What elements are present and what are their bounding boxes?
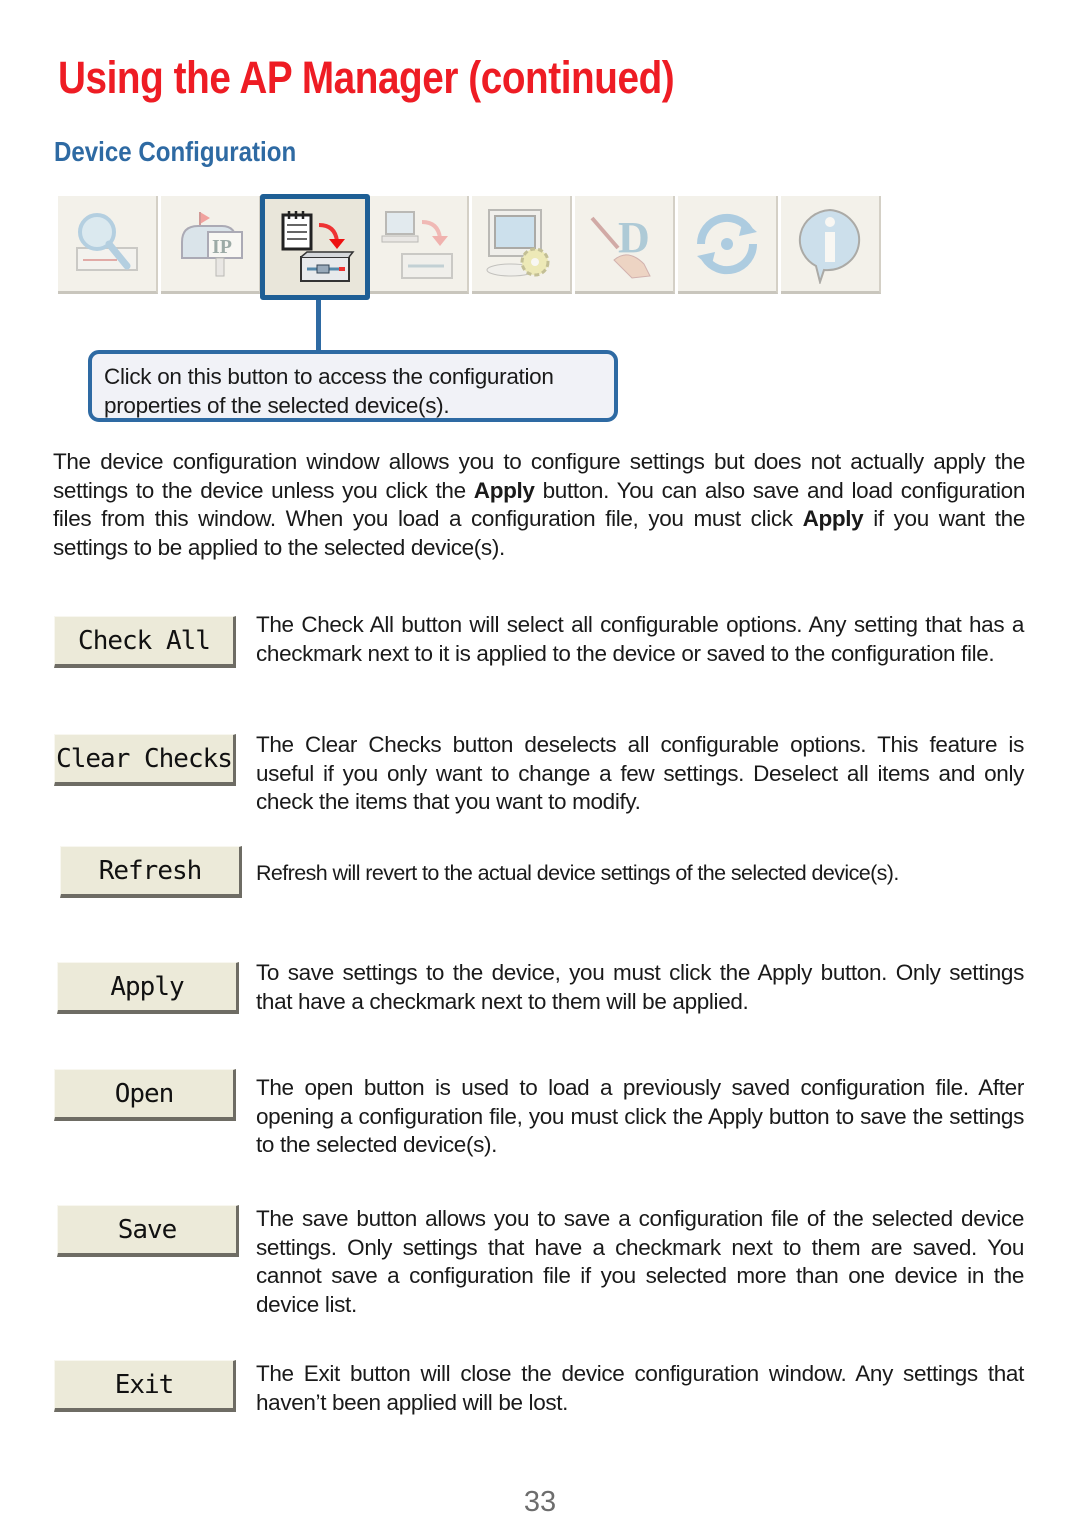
search-device-icon [76, 212, 138, 271]
intro-apply-keyword: Apply [473, 477, 535, 503]
open-button[interactable]: Open [54, 1069, 236, 1121]
ap-manager-toolbar: IP D [58, 194, 884, 300]
clear-checks-button[interactable]: Clear Checks [54, 734, 236, 786]
toolbar-button-security[interactable]: D [575, 196, 675, 294]
callout-box: Click on this button to access the confi… [88, 350, 618, 422]
section-title: Device Configuration [54, 136, 297, 167]
toolbar-button-device-configuration[interactable] [260, 194, 370, 300]
intro-paragraph: The device configuration window allows y… [53, 448, 1025, 562]
check-all-description: The Check All button will select all con… [256, 612, 1024, 666]
device-configuration-icon [281, 211, 355, 282]
refresh-description: Refresh will revert to the actual device… [256, 861, 899, 885]
apply-description: To save settings to the device, you must… [256, 960, 1024, 1014]
firmware-upgrade-icon [381, 210, 453, 279]
apply-button[interactable]: Apply [57, 962, 239, 1014]
exit-button[interactable]: Exit [54, 1360, 236, 1412]
svg-text:IP: IP [212, 236, 232, 258]
save-button[interactable]: Save [57, 1205, 239, 1257]
security-tools-icon: D [590, 213, 651, 279]
exit-description: The Exit button will close the device co… [256, 1361, 1024, 1415]
refresh-icon [696, 213, 758, 274]
clear-checks-description: The Clear Checks button deselects all co… [256, 732, 1024, 814]
toolbar-button-info[interactable] [781, 196, 881, 294]
page-title: Using the AP Manager (continued) [58, 52, 675, 103]
toolbar-button-ip[interactable]: IP [161, 196, 261, 294]
svg-text:D: D [618, 213, 650, 262]
toolbar-button-search[interactable] [58, 196, 158, 294]
ip-mailbox-icon: IP [181, 211, 243, 276]
open-description: The open button is used to load a previo… [256, 1075, 1024, 1157]
save-description: The save button allows you to save a con… [256, 1206, 1024, 1317]
intro-apply-keyword: Apply [802, 506, 864, 531]
page-number: 33 [523, 1486, 557, 1518]
toolbar-button-system-settings[interactable] [472, 196, 572, 294]
check-all-button[interactable]: Check All [54, 616, 236, 668]
callout-connector [316, 300, 321, 352]
toolbar-button-refresh[interactable] [678, 196, 778, 294]
refresh-button[interactable]: Refresh [60, 846, 242, 898]
toolbar-button-firmware[interactable] [369, 196, 469, 294]
system-settings-icon [486, 208, 550, 276]
info-icon [798, 208, 861, 284]
